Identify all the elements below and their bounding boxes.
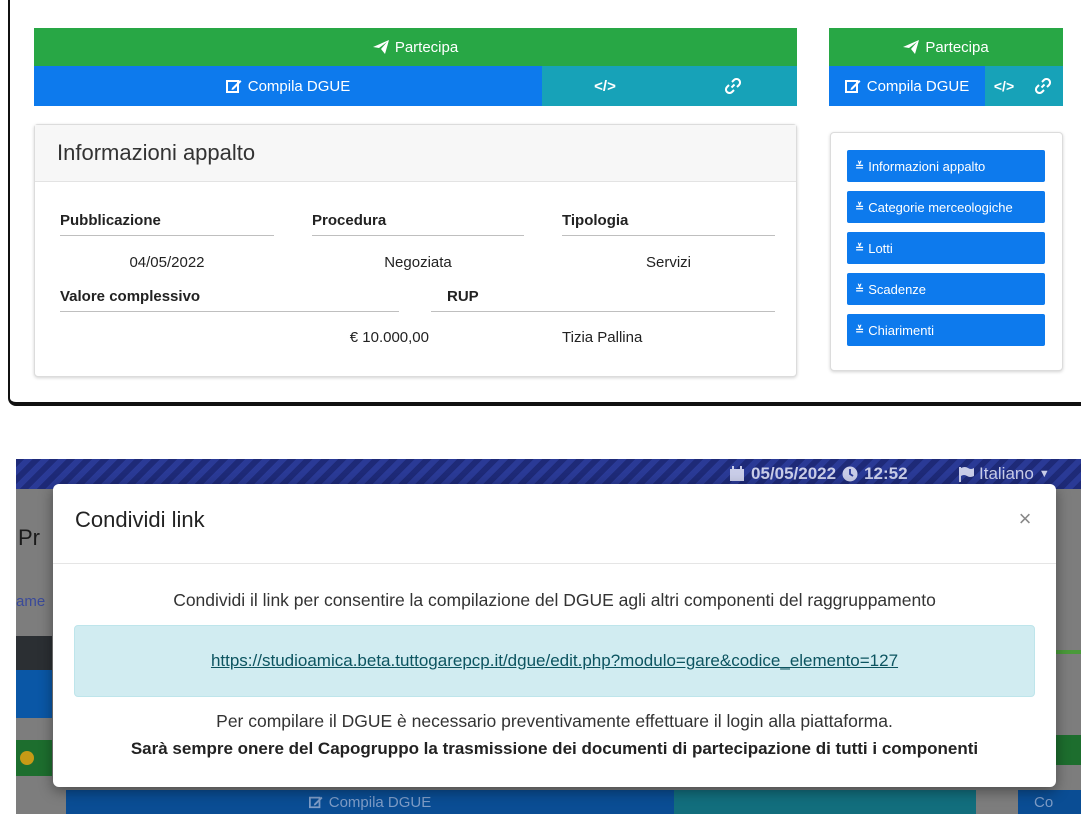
side-menu-item-lotti[interactable]: ≚ Lotti [847,232,1045,264]
code-icon: </> [594,77,616,95]
value-pubblicazione: 04/05/2022 [129,254,205,271]
participate-button[interactable]: Partecipa [34,28,797,66]
side-menu-item-label: Chiarimenti [868,322,934,338]
header-tipologia: Tipologia [562,212,775,236]
edit-icon [225,80,242,93]
header-rup: RUP [431,288,775,312]
paper-plane-icon [903,40,920,54]
side-menu-item-informazioni-appalto[interactable]: ≚ Informazioni appalto [847,150,1045,182]
double-chevron-down-icon: ≚ [855,324,865,337]
side-menu-item-chiarimenti[interactable]: ≚ Chiarimenti [847,314,1045,346]
side-menu-item-scadenze[interactable]: ≚ Scadenze [847,273,1045,305]
header-datetime: 05/05/2022 12:52 [729,462,908,486]
edit-icon [844,80,861,93]
background-page-title: Pr [18,525,40,550]
side-participate-label: Partecipa [925,38,989,56]
language-selector[interactable]: Italiano ▼ [958,462,1050,486]
info-card-title: Informazioni appalto [35,125,796,182]
background-block [16,636,52,670]
link-icon [724,78,741,94]
language-label: Italiano [979,464,1034,483]
modal-intro-text: Condividi il link per consentire la comp… [173,590,936,610]
header-time: 12:52 [864,464,908,483]
side-compile-dgue-button[interactable]: Compila DGUE [829,66,985,106]
share-link-box: https://studioamica.beta.tuttogarepcp.it… [74,625,1035,697]
share-link-button[interactable] [668,66,797,106]
chevron-down-icon: ▼ [1038,468,1050,480]
modal-divider [53,563,1056,564]
value-valore-complessivo: € 10.000,00 [349,329,429,346]
background-compile-label: Compila DGUE [328,793,432,811]
header-date: 05/05/2022 [751,464,837,483]
side-menu-item-label: Scadenze [868,281,927,297]
background-tab-fragment: ame [16,593,46,610]
close-icon[interactable]: × [1012,506,1038,532]
background-block [1055,735,1081,765]
modal-login-note: Per compilare il DGUE è necessario preve… [216,711,893,731]
edit-icon [308,796,323,809]
clock-icon [842,466,858,482]
compile-dgue-button[interactable]: Compila DGUE [34,66,542,106]
share-link[interactable]: https://studioamica.beta.tuttogarepcp.it… [211,651,898,671]
header-pubblicazione: Pubblicazione [60,212,274,236]
background-dot [20,751,34,765]
header-valore-complessivo: Valore complessivo [60,288,399,312]
header-procedura: Procedura [312,212,524,236]
double-chevron-down-icon: ≚ [855,242,865,255]
value-tipologia: Servizi [645,254,691,271]
background-side-compile-button: Co [1018,790,1081,814]
background-line [1055,650,1081,654]
double-chevron-down-icon: ≚ [855,160,865,173]
compile-dgue-label: Compila DGUE [247,77,351,95]
background-block [16,670,52,718]
background-compile-button: Compila DGUE [66,790,674,814]
flag-icon [959,467,974,482]
embed-code-button[interactable]: </> [542,66,668,106]
double-chevron-down-icon: ≚ [855,283,865,296]
participate-label: Partecipa [394,38,459,56]
value-procedura: Negoziata [384,254,452,271]
modal-warning: Sarà sempre onere del Capogruppo la tras… [130,739,979,758]
value-rup: Tizia Pallina [562,329,643,346]
background-embed-button [674,790,826,814]
side-menu-item-label: Lotti [868,240,893,256]
side-share-link-button[interactable] [1023,66,1063,106]
background-side-compile-fragment: Co [1034,793,1054,811]
side-embed-code-button[interactable]: </> [985,66,1023,106]
paper-plane-icon [372,40,389,54]
calendar-icon [730,466,744,481]
side-menu-item-label: Informazioni appalto [868,158,986,174]
side-participate-button[interactable]: Partecipa [829,28,1063,66]
link-icon [1035,78,1051,94]
code-icon: </> [993,78,1015,94]
double-chevron-down-icon: ≚ [855,201,865,214]
side-menu-item-categorie-merceologiche[interactable]: ≚ Categorie merceologiche [847,191,1045,223]
modal-title: Condividi link [75,507,205,532]
side-compile-dgue-label: Compila DGUE [866,77,970,95]
background-link-button [826,790,976,814]
side-menu-item-label: Categorie merceologiche [868,199,1013,215]
